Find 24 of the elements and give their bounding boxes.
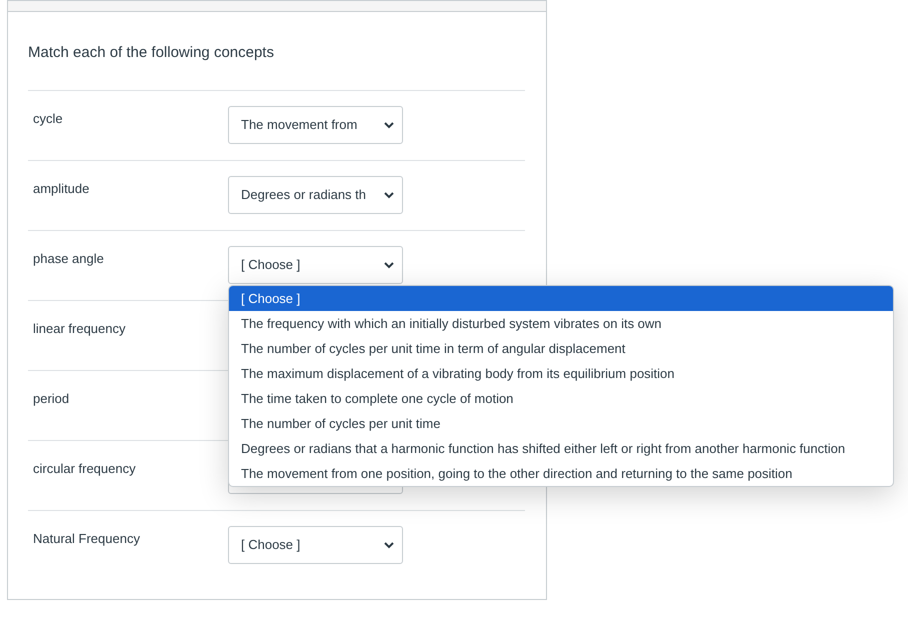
answer-select[interactable]: [ Choose ] [228, 246, 403, 284]
dropdown-option[interactable]: The frequency with which an initially disturbed system vibrates on its own [229, 311, 893, 336]
dropdown-option[interactable]: Degrees or radians that a harmonic function has shifted either left or right from another harmonic function [229, 436, 893, 461]
concept-label: Natural Frequency [33, 530, 141, 548]
answer-select[interactable]: The movement from [228, 106, 403, 144]
answer-select[interactable]: Degrees or radians th [228, 176, 403, 214]
concept-label: circular frequency [33, 460, 137, 478]
dropdown-option[interactable]: The maximum displacement of a vibrating body from its equilibrium position [229, 361, 893, 386]
concept-label: linear frequency [33, 320, 126, 338]
chevron-down-icon [384, 542, 394, 548]
concept-label: phase angle [33, 250, 105, 268]
chevron-down-icon [384, 262, 394, 268]
dropdown-option[interactable]: The number of cycles per unit time [229, 411, 893, 436]
concept-label: amplitude [33, 180, 90, 198]
dropdown-option[interactable]: The time taken to complete one cycle of motion [229, 386, 893, 411]
answer-select[interactable]: [ Choose ] [228, 526, 403, 564]
concept-label: period [33, 390, 70, 408]
question-prompt: Match each of the following concepts [28, 43, 275, 63]
chevron-down-icon [384, 192, 394, 198]
dropdown-option[interactable]: The movement from one position, going to the other direction and returning to the same position [229, 461, 893, 486]
concept-label: cycle [33, 110, 64, 128]
dropdown-option[interactable]: [ Choose ] [229, 286, 893, 311]
chevron-down-icon [384, 122, 394, 128]
dropdown-option[interactable]: The number of cycles per unit time in term of angular displacement [229, 336, 893, 361]
